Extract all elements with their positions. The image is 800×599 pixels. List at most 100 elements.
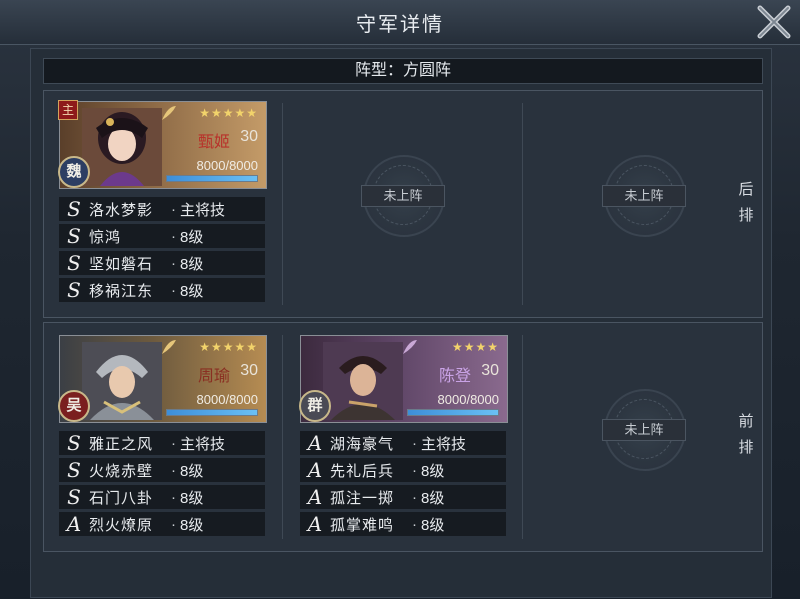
back-row: 主 ★★★★★ 甄姬 30 8000/8000 魏 S 洛水梦影 · 主将技 S 惊鸿 ·… (43, 90, 763, 318)
skill-separator: · (171, 488, 176, 506)
skill-name: 石门八卦 (89, 489, 154, 507)
skill-separator: · (171, 515, 176, 533)
skill-name: 雅正之风 (89, 435, 154, 453)
skill-name: 孤掌难鸣 (330, 516, 395, 534)
skill-separator: · (171, 200, 176, 218)
skill-separator: · (171, 434, 176, 452)
skill-name: 孤注一掷 (330, 489, 395, 507)
skill-grade: A (307, 512, 323, 536)
hp-text: 8000/8000 (196, 392, 258, 407)
general-portrait (82, 342, 162, 420)
general-level: 30 (240, 128, 258, 145)
skill-name: 火烧赤壁 (89, 462, 154, 480)
skill-name: 湖海豪气 (330, 435, 395, 453)
skill-separator: · (171, 461, 176, 479)
skill-row[interactable]: A 烈火燎原 · 8级 (59, 512, 265, 536)
empty-slot[interactable]: 未上阵 (602, 389, 686, 471)
skill-row[interactable]: A 湖海豪气 · 主将技 (300, 431, 506, 455)
hp-bar (166, 409, 258, 416)
skill-level: 8级 (421, 462, 445, 480)
star-rating: ★★★★★ (199, 340, 258, 354)
general-name: 甄姬 (197, 134, 230, 151)
front-row: ★★★★★ 周瑜 30 8000/8000 吴 S 雅正之风 · 主将技 S 火烧赤壁 ·… (43, 322, 763, 552)
skill-row[interactable]: A 孤注一掷 · 8级 (300, 485, 506, 509)
row-label-text: 前排 (738, 413, 754, 456)
skill-row[interactable]: S 移祸江东 · 8级 (59, 278, 265, 302)
general-portrait (82, 108, 162, 186)
slot-divider (522, 335, 523, 539)
skill-row[interactable]: S 坚如磐石 · 8级 (59, 251, 265, 275)
general-card-zhenji[interactable]: 主 ★★★★★ 甄姬 30 8000/8000 魏 (58, 100, 267, 189)
star-rating: ★★★★ (451, 340, 499, 354)
lord-tag: 主 (58, 100, 78, 120)
hp-bar (407, 409, 499, 416)
skill-list: S 雅正之风 · 主将技 S 火烧赤壁 · 8级 S 石门八卦 · 8级 A 烈火燎原 · 8级 (59, 431, 265, 539)
skill-grade: S (67, 278, 81, 302)
skill-grade: S (67, 431, 81, 455)
skill-grade: A (66, 512, 82, 536)
row-label-front: 前排 (736, 409, 756, 461)
skill-name: 烈火燎原 (89, 516, 154, 534)
faction-badge: 吴 (58, 390, 90, 422)
general-card-chendeng[interactable]: ★★★★ 陈登 30 8000/8000 群 (299, 335, 508, 423)
skill-separator: · (412, 434, 417, 452)
skill-list: A 湖海豪气 · 主将技 A 先礼后兵 · 8级 A 孤注一掷 · 8级 A 孤掌难鸣 · 8级 (300, 431, 506, 539)
rank-feather-icon (403, 340, 417, 354)
skill-grade: S (67, 224, 81, 248)
faction-badge: 群 (299, 390, 331, 422)
hp-bar (166, 175, 258, 182)
skill-separator: · (412, 515, 417, 533)
skill-grade: A (307, 458, 323, 482)
general-name: 周瑜 (197, 368, 230, 385)
skill-level: 8级 (180, 489, 204, 507)
skill-name: 惊鸿 (89, 228, 122, 246)
empty-slot-label: 未上阵 (361, 185, 445, 207)
general-card-zhouyu[interactable]: ★★★★★ 周瑜 30 8000/8000 吴 (58, 335, 267, 423)
hp-bar-fill (167, 176, 257, 181)
skill-level: 8级 (421, 516, 445, 534)
skill-grade: S (67, 251, 81, 275)
skill-row[interactable]: S 雅正之风 · 主将技 (59, 431, 265, 455)
slot-divider (282, 103, 283, 305)
skill-separator: · (171, 281, 176, 299)
rank-feather-icon (162, 106, 176, 120)
skill-grade: S (67, 458, 81, 482)
skill-level: 8级 (180, 228, 204, 246)
skill-level: 8级 (421, 489, 445, 507)
skill-list: S 洛水梦影 · 主将技 S 惊鸿 · 8级 S 坚如磐石 · 8级 S 移祸江东 · 8级 (59, 197, 265, 305)
skill-row[interactable]: S 石门八卦 · 8级 (59, 485, 265, 509)
skill-level: 主将技 (180, 435, 226, 453)
skill-row[interactable]: A 先礼后兵 · 8级 (300, 458, 506, 482)
skill-level: 8级 (180, 282, 204, 300)
skill-level: 8级 (180, 255, 204, 273)
skill-row[interactable]: S 惊鸿 · 8级 (59, 224, 265, 248)
general-level: 30 (481, 362, 499, 379)
page-title: 守军详情 (356, 14, 444, 36)
hp-bar-fill (408, 410, 498, 415)
title-bar: 守军详情 (0, 0, 800, 45)
empty-slot-label: 未上阵 (602, 419, 686, 441)
skill-name: 移祸江东 (89, 282, 154, 300)
empty-slot[interactable]: 未上阵 (602, 155, 686, 237)
empty-slot[interactable]: 未上阵 (361, 155, 445, 237)
row-label-text: 后排 (738, 181, 754, 224)
skill-level: 主将技 (421, 435, 467, 453)
general-level: 30 (240, 362, 258, 379)
skill-grade: A (307, 485, 323, 509)
skill-level: 8级 (180, 516, 204, 534)
skill-row[interactable]: A 孤掌难鸣 · 8级 (300, 512, 506, 536)
skill-name: 坚如磐石 (89, 255, 154, 273)
skill-row[interactable]: S 火烧赤壁 · 8级 (59, 458, 265, 482)
skill-grade: A (307, 431, 323, 455)
star-rating: ★★★★★ (199, 106, 258, 120)
skill-grade: S (67, 485, 81, 509)
skill-separator: · (171, 227, 176, 245)
hp-text: 8000/8000 (196, 158, 258, 173)
general-portrait (323, 342, 403, 420)
skill-separator: · (412, 461, 417, 479)
skill-name: 洛水梦影 (89, 201, 154, 219)
skill-name: 先礼后兵 (330, 462, 395, 480)
hp-bar-fill (167, 410, 257, 415)
close-button[interactable] (754, 2, 794, 42)
skill-row[interactable]: S 洛水梦影 · 主将技 (59, 197, 265, 221)
